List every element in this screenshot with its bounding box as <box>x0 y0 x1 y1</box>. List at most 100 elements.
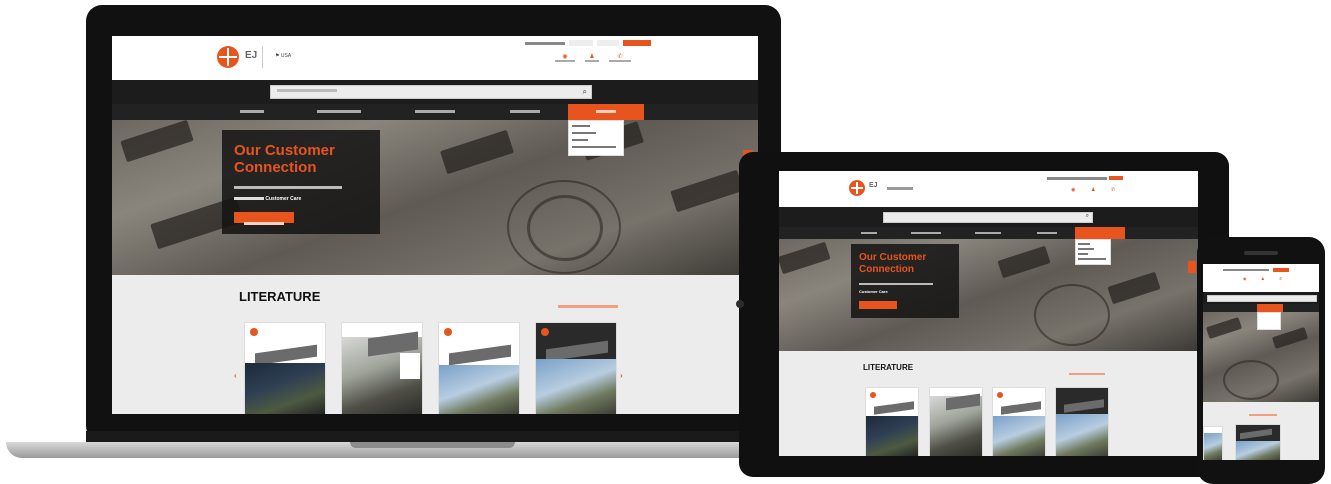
dropdown-item[interactable] <box>572 132 596 134</box>
literature-section <box>1203 402 1319 460</box>
nav-dropdown <box>1257 312 1281 330</box>
nav-item-active[interactable] <box>568 104 644 120</box>
hero-text <box>234 186 342 189</box>
hero-title: Our Customer Connection <box>859 252 927 275</box>
dropdown-item[interactable] <box>1078 248 1094 250</box>
hero-cta-button[interactable] <box>234 212 294 225</box>
top-button[interactable] <box>569 40 593 46</box>
top-links[interactable] <box>1223 269 1269 271</box>
literature-card[interactable] <box>535 322 617 414</box>
search-input[interactable] <box>1207 295 1317 302</box>
literature-section: LITERATURE <box>779 351 1198 456</box>
hero-texture <box>997 245 1051 279</box>
hero-next-arrow[interactable] <box>1188 261 1196 273</box>
search-strip <box>1203 292 1319 304</box>
search-input[interactable]: ⌕ <box>270 85 592 99</box>
utility-item[interactable]: ◉ <box>555 54 575 62</box>
top-links <box>525 40 651 46</box>
literature-card[interactable] <box>1055 387 1109 456</box>
carousel-next-icon[interactable]: › <box>620 371 623 380</box>
nav-item[interactable] <box>415 110 455 113</box>
header-divider <box>262 46 263 68</box>
literature-card[interactable] <box>992 387 1046 456</box>
hero-banner: Our Customer Connection Customer Care <box>112 120 758 275</box>
nav-item[interactable] <box>510 110 540 113</box>
brand-logo-tag: EJ <box>245 50 258 61</box>
phone-icon[interactable]: ✆ <box>1111 187 1115 193</box>
globe-icon[interactable]: ◉ <box>1071 187 1075 193</box>
top-link[interactable] <box>525 41 565 45</box>
dropdown-item[interactable] <box>1078 243 1090 245</box>
literature-card[interactable] <box>865 387 919 456</box>
top-links[interactable] <box>1047 177 1107 180</box>
globe-icon[interactable]: ◉ <box>1243 276 1247 281</box>
manhole-emblem <box>527 195 603 261</box>
hero-texture <box>440 129 514 175</box>
hero-panel: Our Customer Connection Customer Care <box>851 244 959 318</box>
card-logo-icon <box>541 328 549 336</box>
main-nav <box>779 227 1198 239</box>
card-info-box <box>400 353 420 379</box>
brand-logo[interactable] <box>217 46 239 68</box>
card-image <box>439 365 519 414</box>
nav-item[interactable] <box>975 232 1001 234</box>
search-icon[interactable]: ⌕ <box>1086 213 1089 220</box>
hero-title: Our Customer Connection <box>234 142 335 177</box>
top-button-primary[interactable] <box>1109 176 1123 180</box>
phone-icon[interactable]: ✆ <box>1279 276 1282 281</box>
nav-item[interactable] <box>1037 232 1057 234</box>
location-selector[interactable]: ⚑ USA <box>275 53 291 59</box>
utility-item[interactable]: ✆ <box>609 54 631 62</box>
nav-item[interactable] <box>861 232 877 234</box>
search-input[interactable]: ⌕ <box>883 212 1093 223</box>
literature-card[interactable] <box>1235 424 1281 460</box>
literature-section: LITERATURE ‹ › <box>112 275 758 414</box>
dropdown-item[interactable] <box>572 139 588 141</box>
nav-item-active[interactable] <box>1257 304 1283 312</box>
search-strip: ⌕ <box>779 207 1198 227</box>
card-banner <box>449 344 511 366</box>
dropdown-item[interactable] <box>1078 253 1088 255</box>
nav-item[interactable] <box>317 110 361 113</box>
card-banner <box>874 401 914 415</box>
nav-item[interactable] <box>240 110 264 113</box>
location-label: USA <box>280 53 292 59</box>
nav-item[interactable] <box>911 232 941 234</box>
nav-item-active[interactable] <box>1075 227 1125 239</box>
card-logo-icon <box>444 328 452 336</box>
top-button-primary[interactable] <box>623 40 651 46</box>
literature-card[interactable] <box>1203 426 1223 460</box>
card-image <box>1056 414 1108 456</box>
view-all-literature-link[interactable] <box>1249 414 1277 416</box>
dropdown-item[interactable] <box>572 146 616 148</box>
hero-panel: Our Customer Connection Customer Care <box>222 130 380 234</box>
top-button[interactable] <box>597 40 619 46</box>
dropdown-item[interactable] <box>572 125 590 127</box>
search-icon[interactable]: ⌕ <box>583 87 587 97</box>
phone-speaker <box>1244 251 1278 255</box>
carousel-prev-icon[interactable]: ‹ <box>234 371 237 380</box>
user-icon[interactable]: ♟ <box>1261 276 1265 281</box>
location-selector[interactable] <box>887 187 913 190</box>
literature-card[interactable] <box>929 387 983 456</box>
literature-card[interactable] <box>438 322 520 414</box>
hero-banner: Our Customer Connection Customer Care <box>779 239 1198 351</box>
brand-logo-tag: EJ <box>869 182 878 189</box>
brand-logo[interactable] <box>849 180 865 196</box>
hero-text <box>859 283 933 285</box>
literature-card[interactable] <box>244 322 326 414</box>
literature-card[interactable] <box>341 322 423 414</box>
top-button-primary[interactable] <box>1273 268 1289 272</box>
view-all-literature-link[interactable] <box>1069 373 1105 375</box>
hero-texture <box>1271 327 1309 349</box>
view-all-literature-link[interactable] <box>558 305 618 308</box>
utility-item[interactable]: ♟ <box>585 54 599 62</box>
hero-texture <box>120 120 194 163</box>
hero-cta-button[interactable] <box>859 301 897 309</box>
dropdown-item[interactable] <box>1078 258 1106 260</box>
laptop-notch <box>350 442 515 448</box>
nav-dropdown <box>568 120 624 156</box>
tablet-screen: EJ ◉ ♟ ✆ ⌕ Our Customer Connection Custom… <box>779 171 1198 456</box>
hero-texture <box>779 241 831 275</box>
user-icon[interactable]: ♟ <box>1091 187 1095 193</box>
